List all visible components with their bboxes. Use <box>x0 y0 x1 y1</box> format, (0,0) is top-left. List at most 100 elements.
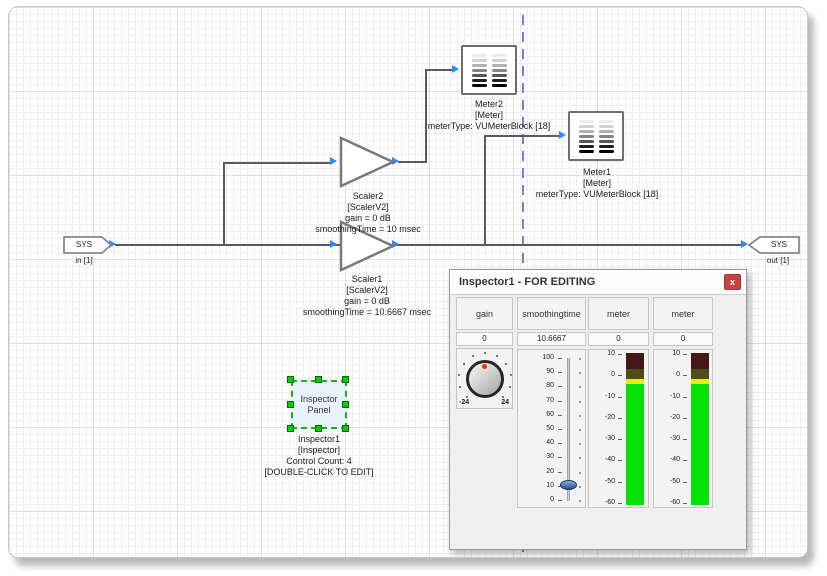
meter-scale-label: -10 <box>654 393 680 401</box>
block-name: Scaler2 <box>287 191 449 202</box>
meter-scale-label: -30 <box>589 435 615 443</box>
port-arrow-icon <box>559 131 566 139</box>
block-type: [Meter] <box>517 178 677 189</box>
block-name: Scaler1 <box>286 274 448 285</box>
gain-column: gain 0 -24 24 <box>456 297 513 407</box>
slider-tick-label: 0 <box>518 496 554 504</box>
slider-tick-label: 70 <box>518 397 554 405</box>
slider-tick-label: 90 <box>518 368 554 376</box>
sys-in-label: SYS <box>63 240 105 249</box>
block-param: smoothingTime = 10 msec <box>287 224 449 235</box>
meter-header: meter <box>653 297 713 330</box>
sys-in-port-label: in [1] <box>61 256 107 265</box>
block-type: [ScalerV2] <box>286 285 448 296</box>
block-param: gain = 0 dB <box>287 213 449 224</box>
meter1-labels: Meter1 [Meter] meterType: VUMeterBlock [… <box>517 167 677 200</box>
block-param: meterType: VUMeterBlock [18] <box>409 121 569 132</box>
meter-value: 0 <box>653 332 713 346</box>
meter-scale-label: 0 <box>589 371 615 379</box>
slider-tick-label: 50 <box>518 425 554 433</box>
meter-scale-label: -20 <box>654 414 680 422</box>
smoothingtime-column: smoothingtime 10.6667 100 90 80 70 60 50… <box>517 297 586 505</box>
scaler2-labels: Scaler2 [ScalerV2] gain = 0 dB smoothing… <box>287 191 449 235</box>
smoothingtime-value: 10.6667 <box>517 332 586 346</box>
selection-handle[interactable] <box>342 376 349 383</box>
smoothingtime-header: smoothingtime <box>517 297 586 330</box>
selection-handle[interactable] <box>287 376 294 383</box>
smoothingtime-slider-panel: 100 90 80 70 60 50 40 30 20 10 0 <box>517 349 586 508</box>
scaler2-block[interactable] <box>339 136 395 188</box>
vu-meter-bar <box>626 353 644 505</box>
window-titlebar[interactable]: Inspector1 - FOR EDITING <box>450 270 746 295</box>
gain-value: 0 <box>456 332 513 346</box>
slider-tick-label: 10 <box>518 482 554 490</box>
meter-header: meter <box>588 297 649 330</box>
wire-branch-scaler2-v <box>223 163 225 246</box>
slider-tick-label: 100 <box>518 354 554 362</box>
wire-to-meter2 <box>425 69 453 71</box>
meter-scale-label: -30 <box>654 435 680 443</box>
block-type: [Inspector] <box>259 445 379 456</box>
design-canvas-screenshot: SYS in [1] SYS out [1] Scaler2 [ScalerV2… <box>0 0 827 576</box>
scaler1-labels: Scaler1 [ScalerV2] gain = 0 dB smoothing… <box>286 274 448 318</box>
inspector-window: Inspector1 - FOR EDITING x gain 0 -24 24 <box>449 269 747 550</box>
port-arrow-icon <box>452 65 459 73</box>
block-param: gain = 0 dB <box>286 296 448 307</box>
selection-handle[interactable] <box>342 425 349 432</box>
block-name: Meter1 <box>517 167 677 178</box>
close-button[interactable]: x <box>724 274 741 290</box>
meter-value: 0 <box>588 332 649 346</box>
selection-handle[interactable] <box>287 401 294 408</box>
meter1-block[interactable] <box>568 111 624 161</box>
block-param: Control Count: 4 <box>259 456 379 467</box>
vu-meter-icon <box>492 54 507 87</box>
meter-column-a: meter 0 10 0 -10 -20 -30 -40 -50 -60 <box>588 297 649 505</box>
block-name: Inspector1 <box>259 434 379 445</box>
meter-scale-label: -40 <box>589 456 615 464</box>
meter-scale-label: -20 <box>589 414 615 422</box>
gain-knob[interactable] <box>466 360 504 398</box>
wire-main <box>115 244 745 246</box>
meter-scale-label: -60 <box>654 499 680 507</box>
block-param: [DOUBLE-CLICK TO EDIT] <box>259 467 379 478</box>
meter-scale-label: -50 <box>589 478 615 486</box>
block-param: smoothingTime = 10.6667 msec <box>286 307 448 318</box>
meter2-block[interactable] <box>461 45 517 95</box>
selection-handle[interactable] <box>287 425 294 432</box>
schematic-canvas[interactable]: SYS in [1] SYS out [1] Scaler2 [ScalerV2… <box>8 6 808 558</box>
port-arrow-icon <box>330 240 337 248</box>
block-name: Meter2 <box>409 99 569 110</box>
block-param: meterType: VUMeterBlock [18] <box>517 189 677 200</box>
window-title: Inspector1 - FOR EDITING <box>459 270 595 295</box>
wire-branch-scaler2-h <box>223 162 331 164</box>
meter-scale-label: 0 <box>654 371 680 379</box>
close-icon: x <box>730 277 735 287</box>
gain-header: gain <box>456 297 513 330</box>
meter-scale-label: 10 <box>589 350 615 358</box>
gain-knob-panel: -24 24 <box>456 348 513 409</box>
block-type: [ScalerV2] <box>287 202 449 213</box>
wire-branch-meter1-v <box>484 137 486 246</box>
meter-scale-label: -10 <box>589 393 615 401</box>
inspector-panel-block[interactable]: Inspector Panel <box>291 380 347 429</box>
meter-column-b: meter 0 10 0 -10 -20 -30 -40 -50 -60 <box>653 297 713 505</box>
knob-indicator-dot <box>482 364 487 369</box>
selection-handle[interactable] <box>342 401 349 408</box>
vu-meter-bar <box>691 353 709 505</box>
slider-tick-label: 30 <box>518 453 554 461</box>
vu-meter-icon <box>472 54 487 87</box>
slider-tick-label: 40 <box>518 439 554 447</box>
meter-display-panel: 10 0 -10 -20 -30 -40 -50 -60 <box>588 349 649 508</box>
slider-thumb[interactable] <box>560 480 577 490</box>
wire-scaler2-out-h <box>398 161 426 163</box>
selection-handle[interactable] <box>315 425 322 432</box>
selection-handle[interactable] <box>315 376 322 383</box>
wire-to-meter1 <box>484 135 560 137</box>
port-arrow-icon <box>330 157 337 165</box>
meter-scale-label: 10 <box>654 350 680 358</box>
knob-max-label: 24 <box>501 399 509 406</box>
slider-tick-label: 60 <box>518 411 554 419</box>
block-type: [Meter] <box>409 110 569 121</box>
slider-tick-label: 20 <box>518 468 554 476</box>
meter-scale-label: -50 <box>654 478 680 486</box>
